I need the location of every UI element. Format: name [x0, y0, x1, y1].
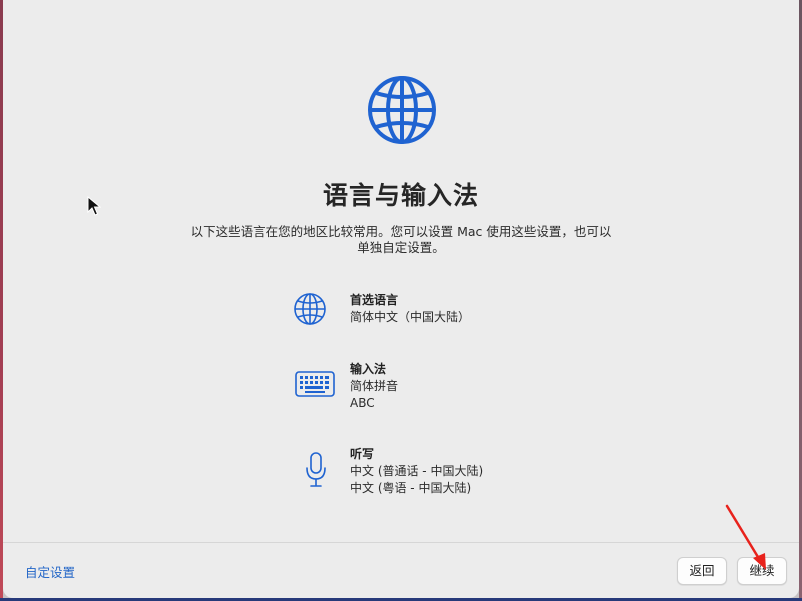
setting-label: 输入法: [350, 362, 387, 376]
customize-settings-link[interactable]: 自定设置: [25, 562, 75, 581]
setting-value: 简体拼音: [350, 379, 399, 393]
globe-icon: [294, 293, 326, 325]
back-button[interactable]: 返回: [677, 557, 727, 585]
setting-text: 听写 中文 (普通话 - 中国大陆) 中文 (粤语 - 中国大陆): [350, 446, 483, 496]
mouse-pointer-icon: [87, 196, 101, 216]
keyboard-icon: [295, 371, 335, 397]
globe-icon: [368, 76, 436, 144]
setting-value: 中文 (普通话 - 中国大陆): [350, 464, 484, 478]
setting-value: ABC: [350, 395, 375, 410]
setting-text: 首选语言 简体中文（中国大陆）: [350, 292, 470, 326]
page-title: 语言与输入法: [322, 181, 479, 210]
setup-assistant-window: 语言与输入法 以下这些语言在您的地区比较常用。您可以设置 Mac 使用这些设置，…: [3, 0, 799, 598]
setting-label: 听写: [350, 447, 375, 461]
page-subtitle: 以下这些语言在您的地区比较常用。您可以设置 Mac 使用这些设置，也可以 单独自…: [173, 224, 629, 256]
footer-divider: [3, 542, 799, 543]
annotation-arrow-icon: [725, 504, 766, 570]
microphone-icon: [306, 452, 326, 487]
setting-value: 简体中文（中国大陆）: [350, 310, 471, 324]
subtitle-line: 以下这些语言在您的地区比较常用。您可以设置 Mac 使用这些设置，也可以: [190, 224, 612, 239]
setting-text: 输入法 简体拼音 ABC: [350, 361, 398, 411]
setting-label: 首选语言: [350, 293, 399, 307]
subtitle-line: 单独自定设置。: [357, 240, 445, 255]
setting-value: 中文 (粤语 - 中国大陆): [350, 480, 472, 495]
